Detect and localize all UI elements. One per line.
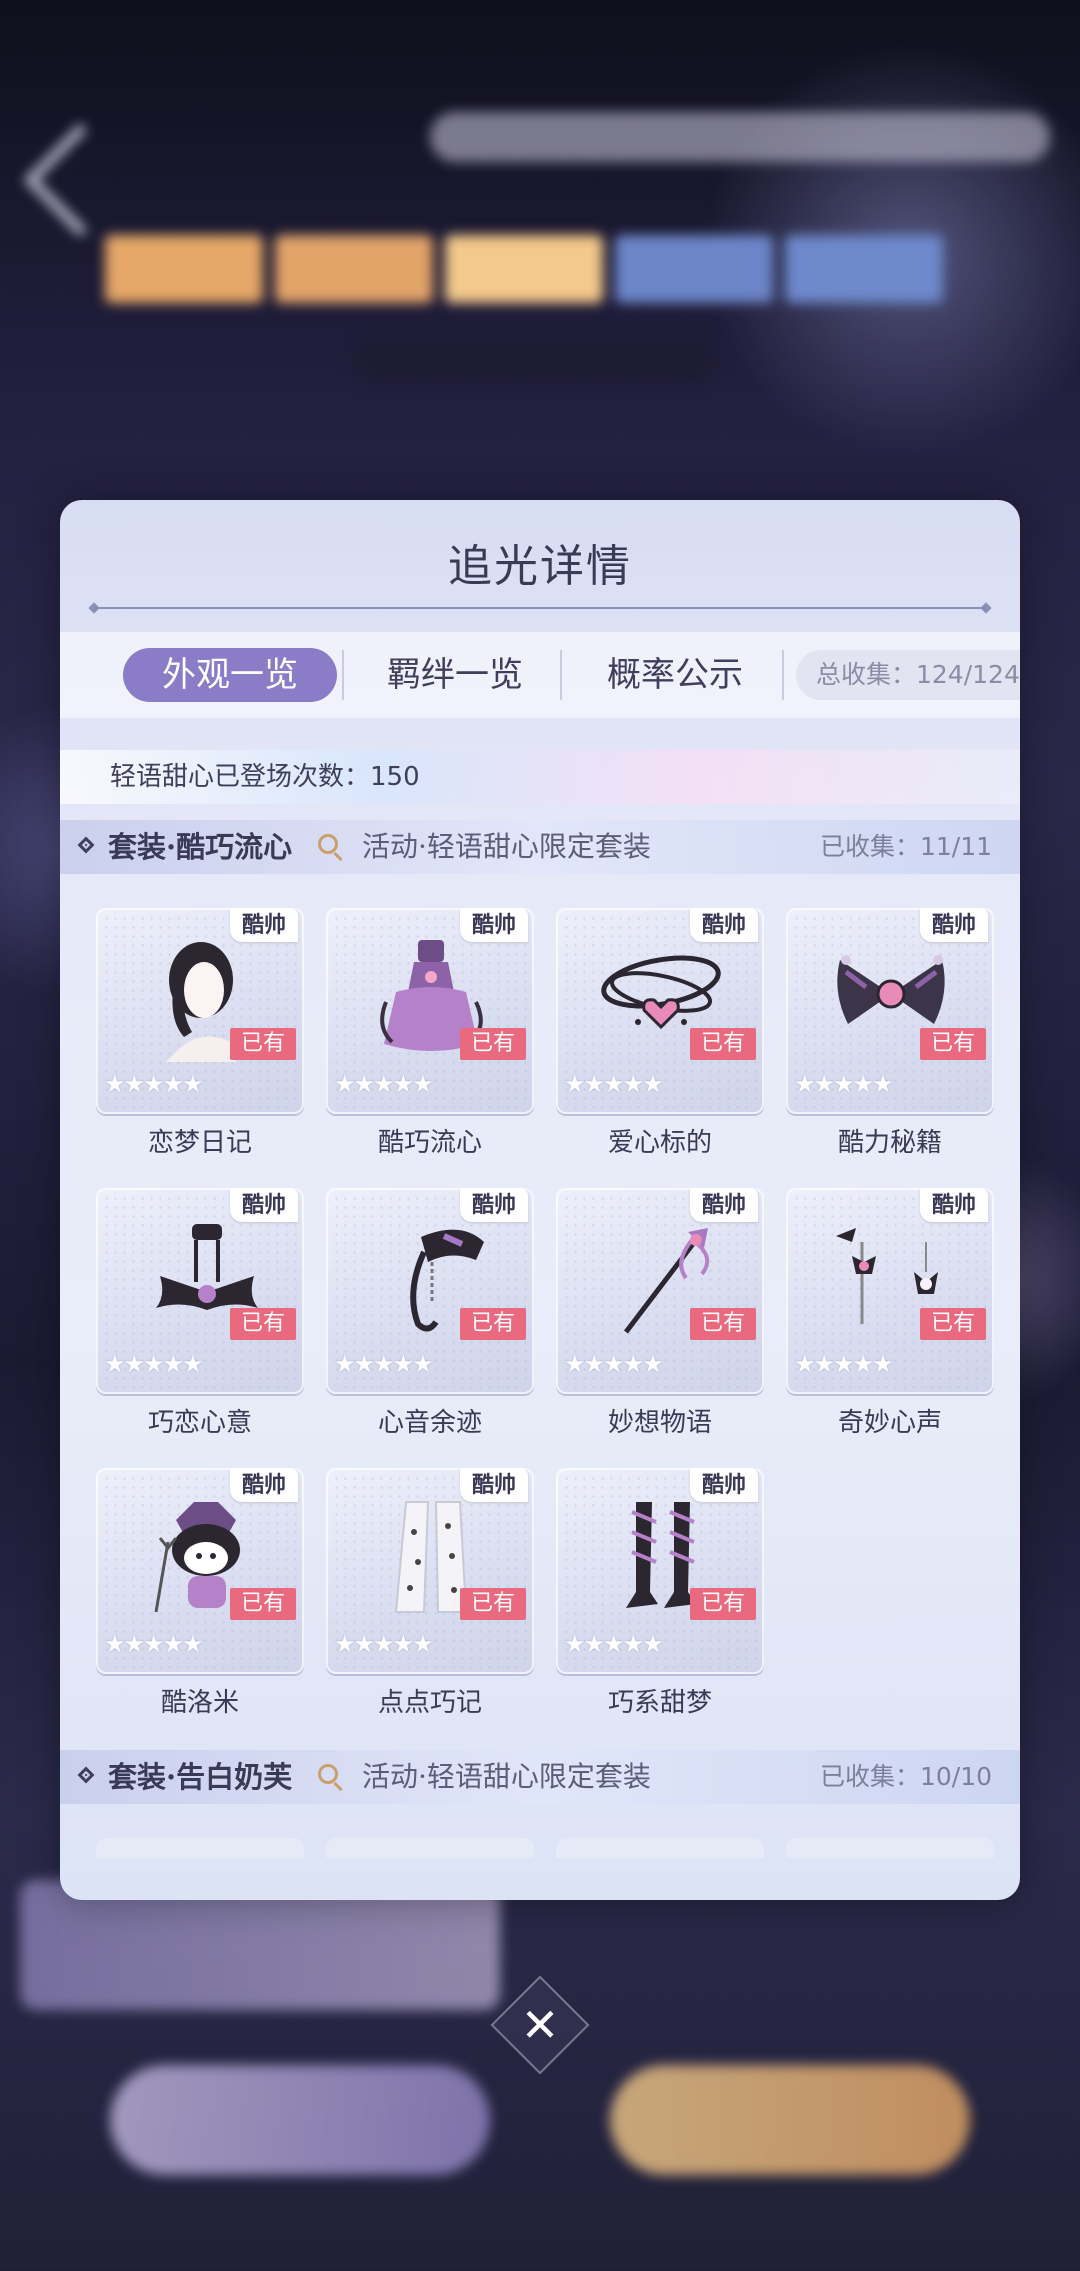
style-badge: 酷帅 bbox=[690, 1188, 758, 1222]
owned-badge: 已有 bbox=[230, 1308, 296, 1340]
item-name: 酷力秘籍 bbox=[837, 1128, 942, 1158]
tab-bar: 外观一览 羁绊一览 概率公示 总收集：124/124 bbox=[60, 632, 1020, 718]
item-card[interactable]: 酷帅 已有 ★★★★★ 酷洛米 bbox=[96, 1468, 304, 1738]
suit-name: 套装·酷巧流心 bbox=[108, 830, 293, 864]
close-icon[interactable]: ✕ bbox=[510, 1995, 570, 2055]
next-row-peek bbox=[96, 1838, 996, 1858]
star-rating: ★★★★★ bbox=[104, 1630, 204, 1658]
item-thumbnail: 酷帅 已有 ★★★★★ bbox=[326, 908, 534, 1114]
item-card[interactable]: 酷帅 已有 ★★★★★ 奇妙心声 bbox=[786, 1188, 994, 1458]
item-card[interactable]: 酷帅 已有 ★★★★★ 巧恋心意 bbox=[96, 1188, 304, 1458]
owned-badge: 已有 bbox=[690, 1028, 756, 1060]
item-name: 酷洛米 bbox=[160, 1688, 239, 1718]
style-badge: 酷帅 bbox=[690, 1468, 758, 1502]
search-icon[interactable] bbox=[318, 1764, 338, 1784]
style-badge: 酷帅 bbox=[230, 1188, 298, 1222]
item-name: 恋梦日记 bbox=[147, 1128, 252, 1158]
owned-badge: 已有 bbox=[920, 1028, 986, 1060]
star-rating: ★★★★★ bbox=[334, 1070, 434, 1098]
suit-collected: 已收集：10/10 bbox=[819, 1762, 992, 1791]
owned-badge: 已有 bbox=[460, 1308, 526, 1340]
diamond-icon bbox=[77, 836, 95, 854]
suit-section-header: 套装·告白奶芙 活动·轻语甜心限定套装 已收集：10/10 bbox=[60, 1750, 1020, 1804]
title-divider bbox=[96, 607, 984, 609]
style-badge: 酷帅 bbox=[460, 1468, 528, 1502]
suit-section-header: 套装·酷巧流心 活动·轻语甜心限定套装 已收集：11/11 bbox=[60, 820, 1020, 874]
style-badge: 酷帅 bbox=[460, 908, 528, 942]
owned-badge: 已有 bbox=[460, 1028, 526, 1060]
star-rating: ★★★★★ bbox=[104, 1070, 204, 1098]
style-badge: 酷帅 bbox=[230, 1468, 298, 1502]
item-card[interactable]: 酷帅 已有 ★★★★★ 酷巧流心 bbox=[326, 908, 534, 1178]
item-name: 巧系甜梦 bbox=[607, 1688, 712, 1718]
owned-badge: 已有 bbox=[230, 1588, 296, 1620]
item-thumbnail: 酷帅 已有 ★★★★★ bbox=[96, 1468, 304, 1674]
style-badge: 酷帅 bbox=[690, 908, 758, 942]
style-badge: 酷帅 bbox=[460, 1188, 528, 1222]
item-thumbnail: 酷帅 已有 ★★★★★ bbox=[326, 1188, 534, 1394]
star-rating: ★★★★★ bbox=[564, 1630, 664, 1658]
item-card[interactable]: 酷帅 已有 ★★★★★ 点点巧记 bbox=[326, 1468, 534, 1738]
item-name: 妙想物语 bbox=[607, 1408, 712, 1438]
star-rating: ★★★★★ bbox=[794, 1350, 894, 1378]
item-name: 心音余迹 bbox=[377, 1408, 482, 1438]
item-card[interactable]: 酷帅 已有 ★★★★★ 妙想物语 bbox=[556, 1188, 764, 1458]
item-thumbnail: 酷帅 已有 ★★★★★ bbox=[556, 908, 764, 1114]
tab-bond[interactable]: 羁绊一览 bbox=[350, 648, 560, 702]
star-rating: ★★★★★ bbox=[334, 1630, 434, 1658]
owned-badge: 已有 bbox=[460, 1588, 526, 1620]
modal-title: 追光详情 bbox=[448, 541, 632, 592]
appearance-count: 轻语甜心已登场次数：150 bbox=[60, 750, 1020, 804]
tab-divider bbox=[560, 650, 562, 700]
item-card[interactable]: 酷帅 已有 ★★★★★ 恋梦日记 bbox=[96, 908, 304, 1178]
item-name: 奇妙心声 bbox=[837, 1408, 942, 1438]
owned-badge: 已有 bbox=[230, 1028, 296, 1060]
star-rating: ★★★★★ bbox=[794, 1070, 894, 1098]
item-name: 点点巧记 bbox=[377, 1688, 482, 1718]
item-name: 爱心标的 bbox=[607, 1128, 712, 1158]
item-name: 巧恋心意 bbox=[147, 1408, 252, 1438]
suit-name: 套装·告白奶芙 bbox=[108, 1760, 293, 1794]
details-modal: 追光详情 外观一览 羁绊一览 概率公示 总收集：124/124 轻语甜心已登场次… bbox=[60, 500, 1020, 1900]
item-thumbnail: 酷帅 已有 ★★★★★ bbox=[786, 908, 994, 1114]
diamond-icon bbox=[77, 1766, 95, 1784]
item-thumbnail: 酷帅 已有 ★★★★★ bbox=[96, 1188, 304, 1394]
tab-appearance[interactable]: 外观一览 bbox=[123, 648, 337, 702]
star-rating: ★★★★★ bbox=[564, 1070, 664, 1098]
total-collection: 总收集：124/124 bbox=[796, 650, 1020, 700]
item-name: 酷巧流心 bbox=[377, 1128, 482, 1158]
owned-badge: 已有 bbox=[920, 1308, 986, 1340]
star-rating: ★★★★★ bbox=[334, 1350, 434, 1378]
event-label: 活动·轻语甜心限定套装 bbox=[362, 830, 651, 863]
tab-divider bbox=[342, 650, 344, 700]
item-thumbnail: 酷帅 已有 ★★★★★ bbox=[96, 908, 304, 1114]
style-badge: 酷帅 bbox=[230, 908, 298, 942]
suit-collected: 已收集：11/11 bbox=[819, 832, 992, 861]
owned-badge: 已有 bbox=[690, 1308, 756, 1340]
style-badge: 酷帅 bbox=[920, 1188, 988, 1222]
item-card[interactable]: 酷帅 已有 ★★★★★ 巧系甜梦 bbox=[556, 1468, 764, 1738]
style-badge: 酷帅 bbox=[920, 908, 988, 942]
back-arrow-icon bbox=[23, 123, 137, 237]
item-thumbnail: 酷帅 已有 ★★★★★ bbox=[786, 1188, 994, 1394]
item-thumbnail: 酷帅 已有 ★★★★★ bbox=[326, 1468, 534, 1674]
tab-divider bbox=[782, 650, 784, 700]
tab-probability[interactable]: 概率公示 bbox=[570, 648, 780, 702]
item-card[interactable]: 酷帅 已有 ★★★★★ 爱心标的 bbox=[556, 908, 764, 1178]
item-card[interactable]: 酷帅 已有 ★★★★★ 酷力秘籍 bbox=[786, 908, 994, 1178]
event-label: 活动·轻语甜心限定套装 bbox=[362, 1760, 651, 1793]
star-rating: ★★★★★ bbox=[104, 1350, 204, 1378]
item-card[interactable]: 酷帅 已有 ★★★★★ 心音余迹 bbox=[326, 1188, 534, 1458]
item-thumbnail: 酷帅 已有 ★★★★★ bbox=[556, 1188, 764, 1394]
item-thumbnail: 酷帅 已有 ★★★★★ bbox=[556, 1468, 764, 1674]
search-icon[interactable] bbox=[318, 834, 338, 854]
owned-badge: 已有 bbox=[690, 1588, 756, 1620]
star-rating: ★★★★★ bbox=[564, 1350, 664, 1378]
